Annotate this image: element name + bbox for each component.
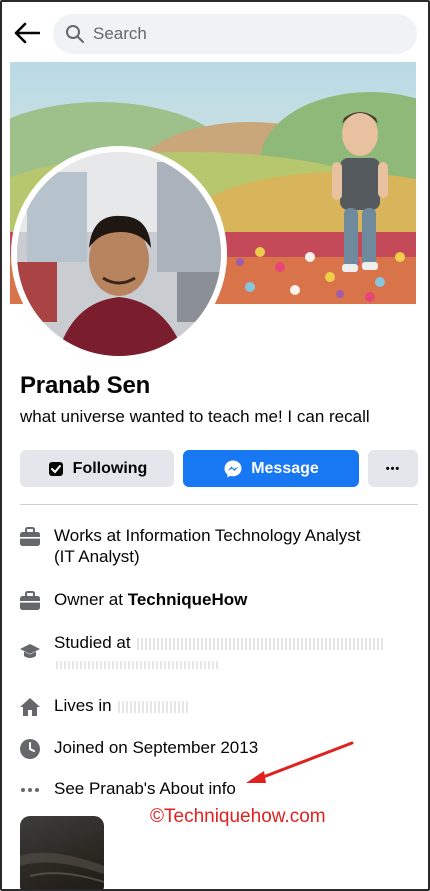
owner-prefix: Owner at: [54, 590, 128, 609]
following-check-icon: [47, 460, 65, 478]
photo-thumbnail[interactable]: [20, 816, 104, 889]
briefcase-icon: [18, 525, 42, 549]
info-row-work: Works at Information Technology Analyst …: [18, 525, 418, 567]
profile-bio: what universe wanted to teach me! I can …: [20, 407, 370, 426]
info-row-lives: Lives in: [18, 695, 418, 719]
see-about-label: See Pranab's About info: [54, 779, 236, 798]
clock-icon: [18, 737, 42, 761]
more-dots-icon: •••: [385, 462, 401, 475]
redacted-city: [116, 700, 189, 713]
search-bar[interactable]: [53, 14, 417, 54]
work-line-1: Works at Information Technology Analyst: [54, 526, 361, 545]
following-label: Following: [72, 459, 148, 477]
redacted-school-line2: [54, 660, 219, 669]
search-input[interactable]: [93, 24, 373, 44]
profile-photo-image: [17, 152, 221, 356]
joined-text: Joined on September 2013: [54, 738, 259, 757]
message-button[interactable]: Message: [183, 450, 359, 487]
profile-picture[interactable]: [11, 146, 227, 362]
following-button[interactable]: Following: [20, 450, 174, 487]
more-options-button[interactable]: •••: [368, 450, 418, 487]
messenger-icon: [223, 459, 243, 479]
work-line-2: (IT Analyst): [54, 547, 140, 566]
info-row-owner: Owner at TechniqueHow: [18, 589, 418, 613]
info-row-joined: Joined on September 2013: [18, 737, 418, 761]
info-row-education: Studied at: [18, 632, 418, 674]
graduation-cap-icon: [18, 640, 42, 664]
back-button[interactable]: [12, 18, 42, 48]
message-label: Message: [251, 459, 319, 477]
redacted-school: [135, 637, 386, 650]
annotation-arrow: [246, 741, 354, 783]
home-icon: [18, 695, 42, 719]
top-bar: [2, 2, 428, 62]
studied-prefix: Studied at: [54, 633, 136, 652]
search-icon: [66, 25, 84, 43]
more-horizontal-icon: [18, 778, 42, 802]
photo-thumbnail-image: [20, 852, 104, 883]
app-frame: Pranab Sen what universe wanted to teach…: [0, 0, 430, 891]
see-about-link[interactable]: See Pranab's About info: [18, 778, 418, 802]
divider: [20, 504, 418, 505]
briefcase-icon: [18, 589, 42, 613]
lives-prefix: Lives in: [54, 696, 117, 715]
owner-company-link[interactable]: TechniqueHow: [128, 590, 248, 609]
profile-name: Pranab Sen: [20, 372, 151, 399]
watermark: ©Techniquehow.com: [150, 806, 326, 827]
back-arrow-icon: [14, 22, 40, 44]
